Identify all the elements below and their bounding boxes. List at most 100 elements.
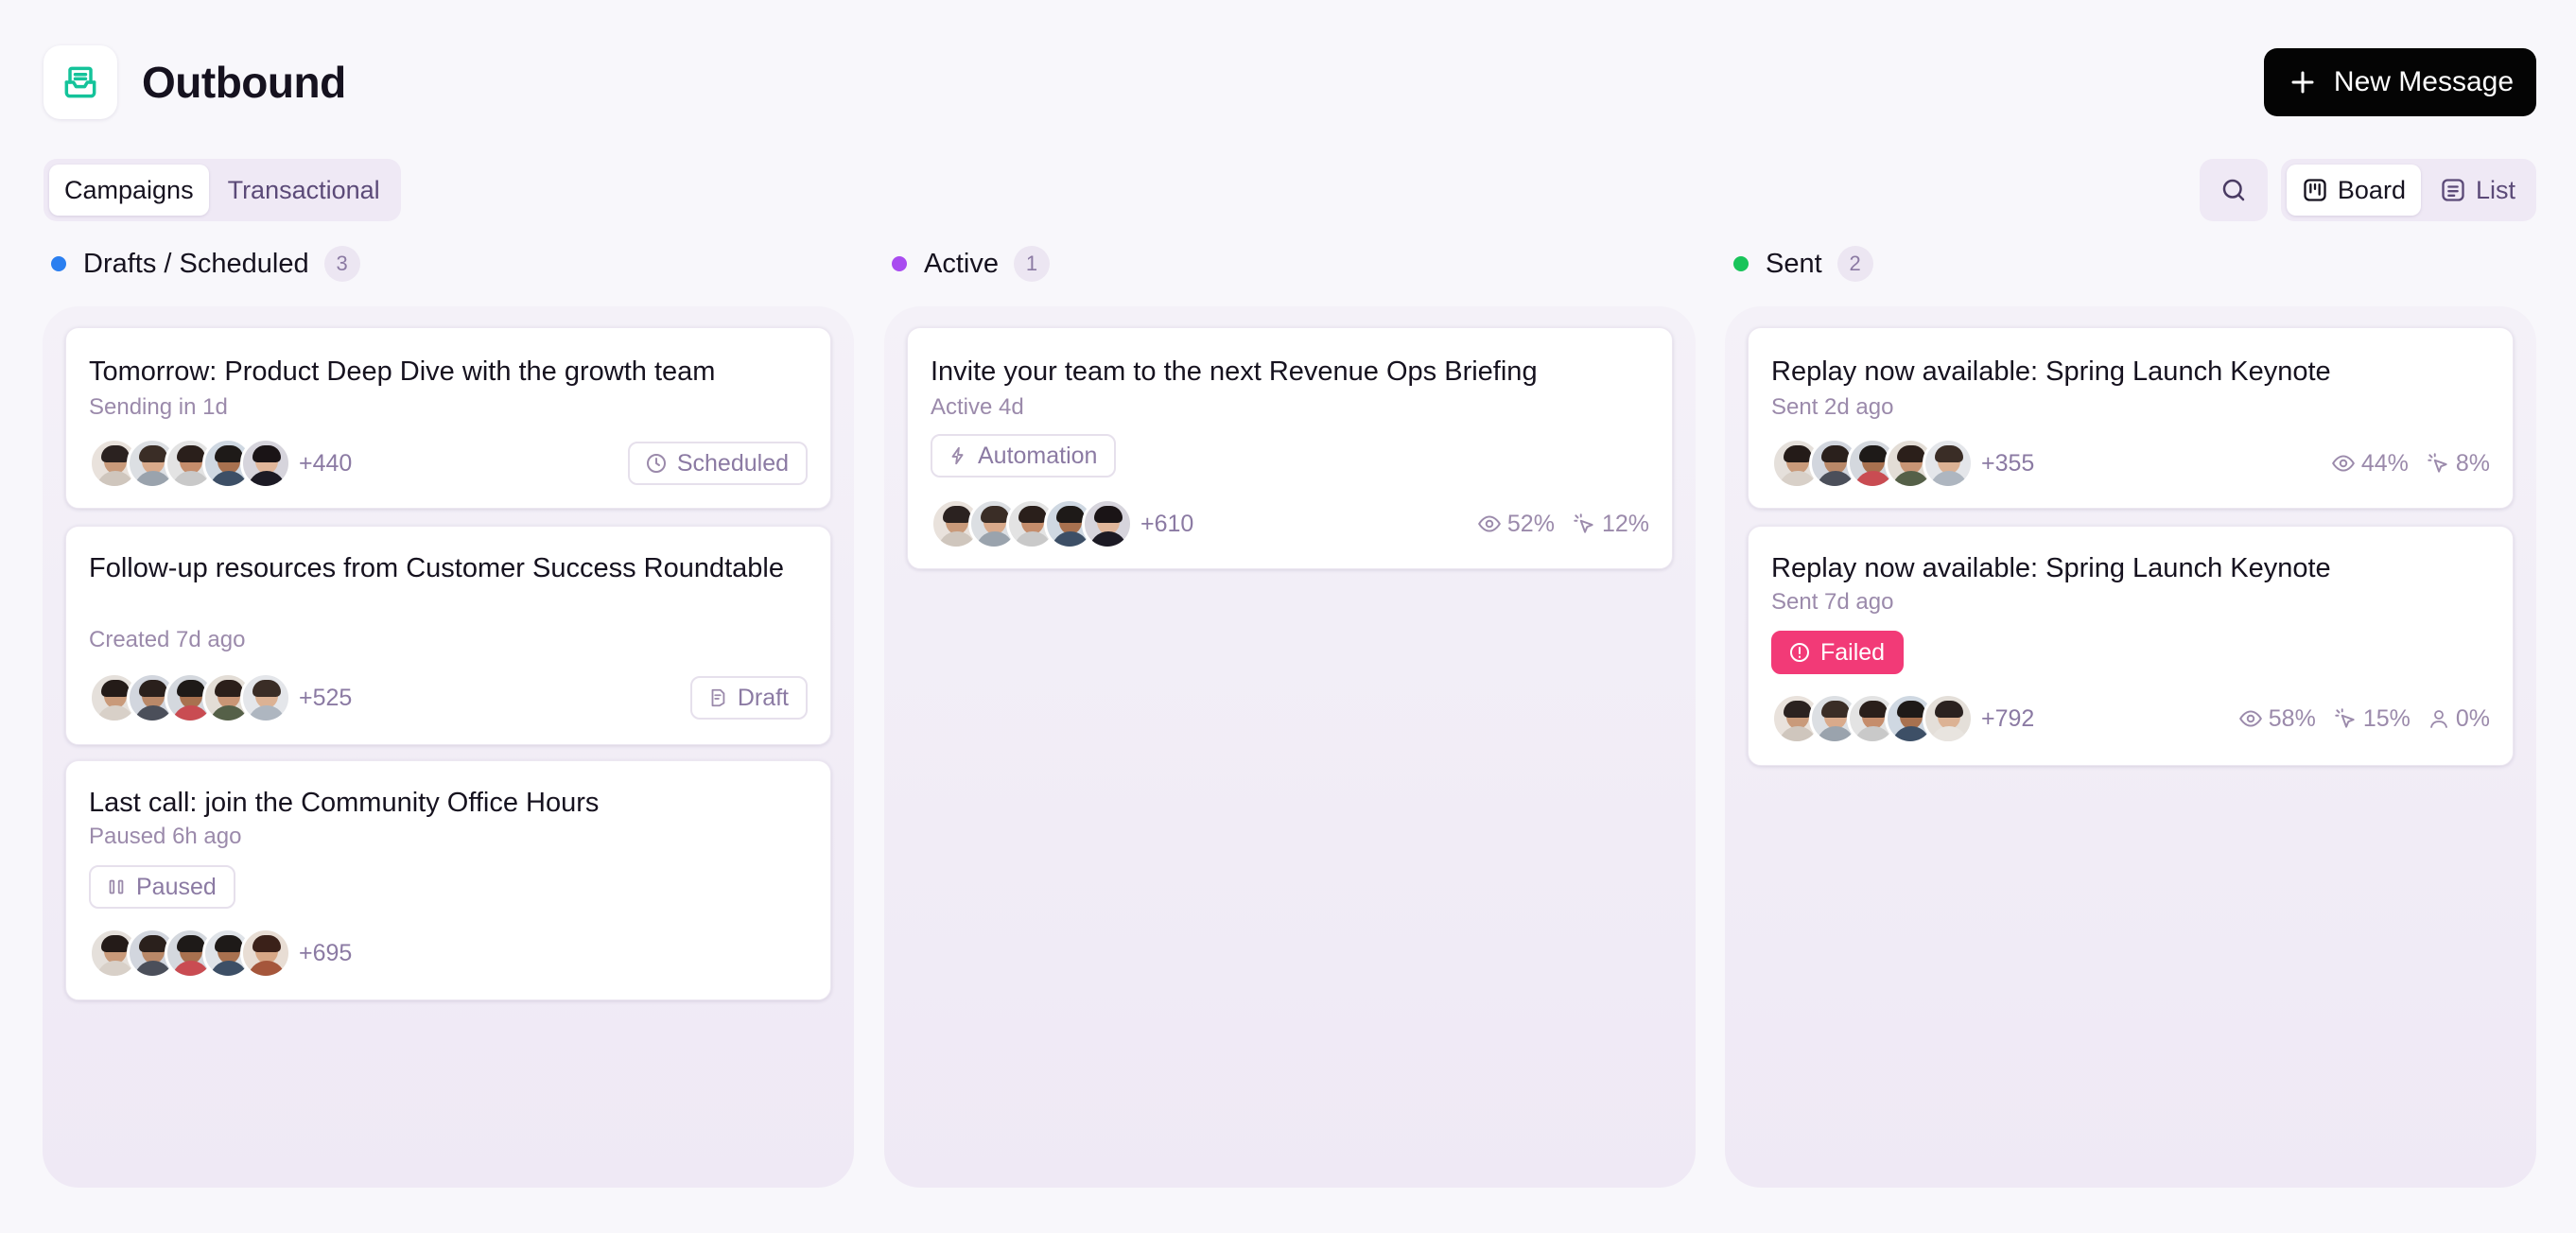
status-label: Scheduled (676, 449, 789, 477)
cursor-click-icon (1574, 513, 1593, 533)
status-dot (51, 256, 66, 271)
column-drafts-scheduled: Tomorrow: Product Deep Dive with the gro… (43, 306, 854, 1188)
column-count: 2 (1836, 246, 1873, 282)
avatar (240, 672, 291, 723)
alert-icon (1790, 643, 1809, 662)
open-rate-value: 44% (2360, 449, 2409, 477)
card-title: Last call: join the Community Office Hou… (89, 788, 600, 818)
avatar (1923, 438, 1974, 489)
view-list-label: List (2475, 175, 2515, 204)
search-icon (2222, 179, 2245, 201)
column-title: Drafts / Scheduled (83, 248, 309, 279)
tab-campaigns[interactable]: Campaigns (49, 165, 209, 216)
card-title: Follow-up resources from Customer Succes… (89, 553, 784, 583)
cursor-click-icon (2335, 708, 2355, 728)
audience-count: +440 (299, 449, 353, 477)
view-tools: Board List (2199, 159, 2536, 221)
status-dot (1733, 256, 1749, 271)
card-subtitle: Created 7d ago (89, 627, 246, 652)
status-label: Paused (136, 873, 217, 900)
document-icon (711, 688, 725, 707)
campaign-card[interactable]: Last call: join the Community Office Hou… (65, 760, 831, 1000)
audience-avatars: +695 (89, 928, 352, 979)
eye-icon (2331, 455, 2355, 472)
status-badge: Paused (89, 865, 235, 909)
campaign-card[interactable]: Invite your team to the next Revenue Ops… (907, 327, 1673, 569)
card-subtitle: Sending in 1d (89, 394, 228, 420)
audience-count: +792 (1981, 704, 2035, 732)
kanban-icon (2304, 179, 2326, 201)
unsubscribe-rate: 0% (2428, 705, 2490, 733)
card-title: Replay now available: Spring Launch Keyn… (1771, 356, 2331, 387)
click-rate-value: 15% (2362, 704, 2411, 732)
campaign-card[interactable]: Tomorrow: Product Deep Dive with the gro… (65, 327, 831, 509)
click-rate: 12% (1572, 511, 1649, 538)
status-label: Draft (737, 684, 789, 711)
avatar (1082, 498, 1133, 549)
clock-icon (646, 454, 666, 473)
campaign-card[interactable]: Replay now available: Spring Launch Keyn… (1748, 327, 2514, 509)
category-tabs: Campaigns Transactional (44, 159, 401, 221)
open-rate: 52% (1477, 511, 1555, 538)
column-header-sent: Sent 2 (1733, 242, 1873, 286)
view-board-label: Board (2337, 175, 2406, 204)
status-badge: Draft (689, 676, 808, 720)
tab-transactional[interactable]: Transactional (213, 165, 395, 216)
click-rate-value: 12% (1601, 510, 1649, 537)
app-logo (44, 45, 117, 119)
card-subtitle: Paused 6h ago (89, 824, 242, 849)
column-count: 1 (1013, 246, 1050, 282)
bolt-icon (951, 446, 964, 465)
cursor-click-icon (2428, 453, 2447, 473)
click-rate-value: 8% (2455, 449, 2490, 477)
plus-icon (2291, 71, 2314, 94)
open-rate: 44% (2331, 450, 2409, 478)
column-sent: Replay now available: Spring Launch Keyn… (1725, 306, 2536, 1188)
user-icon (2429, 710, 2447, 728)
card-stats: 52% 12% (1477, 498, 1649, 549)
view-board-button[interactable]: Board (2286, 165, 2421, 216)
new-message-label: New Message (2333, 66, 2514, 97)
card-title: Tomorrow: Product Deep Dive with the gro… (89, 356, 716, 387)
status-badge: Scheduled (627, 442, 808, 485)
new-message-button[interactable]: New Message (2263, 48, 2536, 116)
audience-count: +355 (1981, 449, 2035, 477)
search-button[interactable] (2199, 159, 2268, 221)
card-subtitle: Sent 2d ago (1771, 394, 1894, 420)
column-count: 3 (323, 246, 360, 282)
audience-count: +610 (1140, 510, 1194, 537)
page-title: Outbound (142, 58, 346, 107)
column-active: Invite your team to the next Revenue Ops… (884, 306, 1696, 1188)
pause-icon (109, 879, 124, 894)
avatar (240, 438, 291, 489)
audience-count: +525 (299, 684, 353, 711)
list-icon (2442, 179, 2464, 201)
campaign-card[interactable]: Follow-up resources from Customer Succes… (65, 526, 831, 745)
toolbar: Campaigns Transactional Board List (44, 159, 2536, 221)
card-stats: 44% 8% (2331, 438, 2490, 489)
column-title: Active (924, 248, 999, 279)
open-rate: 58% (2238, 705, 2316, 733)
column-title: Sent (1766, 248, 1822, 279)
status-badge: Automation (931, 434, 1117, 478)
status-dot (892, 256, 907, 271)
eye-icon (2238, 710, 2262, 727)
status-badge: Failed (1771, 631, 1905, 674)
view-list-button[interactable]: List (2425, 165, 2531, 216)
column-header-active: Active 1 (892, 242, 1050, 286)
view-toggle: Board List (2280, 159, 2536, 221)
card-title: Replay now available: Spring Launch Keyn… (1771, 553, 2331, 583)
status-label: Automation (978, 442, 1098, 469)
card-subtitle: Sent 7d ago (1771, 589, 1894, 615)
audience-avatars: +440 (89, 438, 352, 489)
unsubscribe-rate-value: 0% (2455, 704, 2490, 732)
audience-avatars: +525 (89, 672, 352, 723)
audience-count: +695 (299, 939, 353, 966)
status-label: Failed (1820, 638, 1886, 666)
campaign-card[interactable]: Replay now available: Spring Launch Keyn… (1748, 526, 2514, 766)
column-header-drafts: Drafts / Scheduled 3 (51, 242, 360, 286)
avatar (240, 928, 291, 979)
card-stats: 58% 15% 0% (2238, 693, 2490, 744)
inbox-icon (64, 66, 96, 98)
eye-icon (1477, 515, 1501, 532)
